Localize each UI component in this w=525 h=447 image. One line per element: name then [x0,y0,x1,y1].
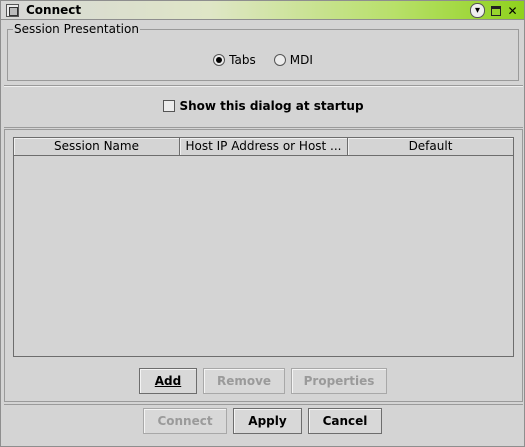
properties-button-label: Properties [303,374,375,388]
connect-button[interactable]: Connect [143,408,227,434]
column-header-host[interactable]: Host IP Address or Host ... [180,138,348,156]
cancel-button-label: Cancel [322,414,368,428]
add-button[interactable]: Add [139,368,197,394]
tabs-radio[interactable]: Tabs [213,53,256,67]
apply-button[interactable]: Apply [233,408,302,434]
column-header-session-name[interactable]: Session Name [14,138,180,156]
mdi-radio-indicator[interactable] [273,54,286,66]
divider-highlight [4,86,523,87]
mdi-radio-label[interactable]: MDI [290,53,313,67]
divider [4,127,523,128]
connect-button-label: Connect [157,414,213,428]
mdi-radio[interactable]: MDI [273,53,313,67]
tabs-radio-indicator[interactable] [213,54,226,66]
show-at-startup-option[interactable]: Show this dialog at startup [1,99,525,113]
remove-button-label: Remove [216,374,272,388]
connect-dialog: Connect ▾ ✕ Session Presentation Tabs MD… [0,0,525,447]
window-menu-icon[interactable] [6,4,19,17]
cancel-button[interactable]: Cancel [308,408,382,434]
divider [4,404,523,405]
table-header: Session Name Host IP Address or Host ...… [14,138,513,156]
apply-button-label: Apply [248,414,287,428]
show-at-startup-checkbox[interactable] [163,100,176,112]
title-bar[interactable]: Connect ▾ ✕ [1,1,524,20]
session-presentation-legend: Session Presentation [13,22,140,36]
minimize-icon[interactable]: ▾ [470,3,485,18]
sessions-panel: Session Name Host IP Address or Host ...… [4,129,523,402]
presentation-radio-row: Tabs MDI [8,53,518,67]
close-icon[interactable]: ✕ [505,3,520,18]
column-header-default[interactable]: Default [348,138,513,156]
window-title: Connect [26,3,82,17]
maximize-icon[interactable] [488,3,503,18]
sessions-table[interactable]: Session Name Host IP Address or Host ...… [13,137,514,357]
session-presentation-group: Session Presentation Tabs MDI [7,22,519,81]
add-button-label: Add [154,374,182,388]
tabs-radio-label[interactable]: Tabs [229,53,256,67]
show-at-startup-label[interactable]: Show this dialog at startup [179,99,363,113]
remove-button[interactable]: Remove [203,368,285,394]
properties-button[interactable]: Properties [291,368,387,394]
